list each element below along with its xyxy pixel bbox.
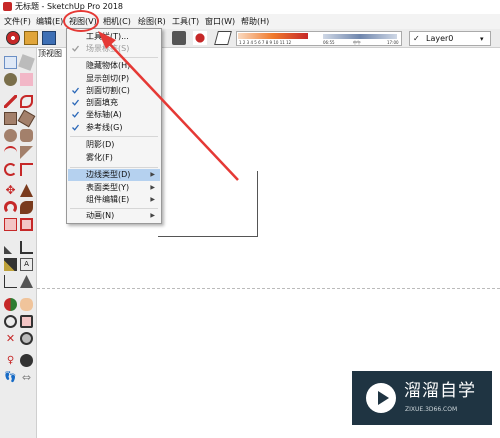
watermark-title: 溜溜自学 — [404, 381, 476, 401]
watermark-badge: 溜溜自学 ZIXUE.3D66.COM — [352, 371, 492, 425]
play-logo-icon — [366, 383, 396, 413]
watermark-url: ZIXUE.3D66.COM — [405, 406, 458, 413]
